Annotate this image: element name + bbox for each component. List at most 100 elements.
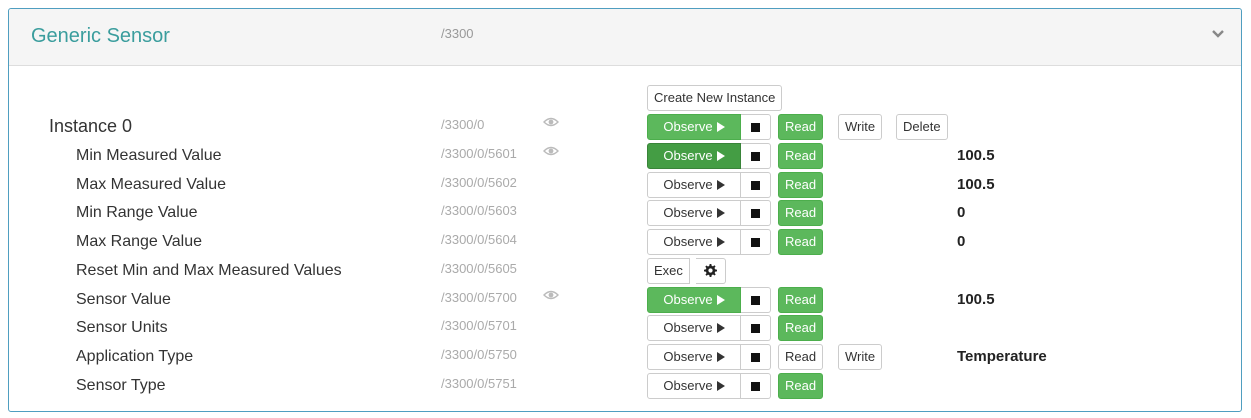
read-button[interactable]: Read	[778, 287, 824, 313]
write-button[interactable]: Write	[838, 344, 883, 370]
stop-observe-button[interactable]	[741, 143, 771, 169]
resource-path: /3300/0/5605	[441, 261, 517, 276]
stop-icon	[751, 324, 760, 333]
panel-title: Generic Sensor	[31, 25, 170, 47]
stop-observe-button[interactable]	[741, 373, 771, 399]
object-path: /3300	[441, 26, 474, 41]
play-icon	[716, 323, 725, 333]
chevron-down-icon[interactable]	[1211, 27, 1225, 41]
create-new-instance-button[interactable]: Create New Instance	[647, 85, 783, 111]
exec-options-button[interactable]	[696, 258, 726, 284]
observe-label: Observe	[663, 205, 713, 220]
resource-value: 0	[957, 233, 966, 250]
resource-row: Reset Min and Max Measured Values/3300/0…	[9, 257, 1241, 285]
observe-label: Observe	[663, 378, 713, 393]
resource-path: /3300/0/5601	[441, 146, 517, 161]
resource-name: Reset Min and Max Measured Values	[76, 262, 342, 279]
stop-icon	[751, 238, 760, 247]
observe-button[interactable]: Observe	[647, 287, 741, 313]
stop-icon	[751, 382, 760, 391]
observe-label: Observe	[663, 234, 713, 249]
resource-path: /3300/0/5750	[441, 347, 517, 362]
resource-path: /3300/0/5602	[441, 175, 517, 190]
object-panel: Generic Sensor /3300 Create New Instance…	[8, 8, 1242, 412]
read-button[interactable]: Read	[778, 172, 824, 198]
resource-row: Sensor Value/3300/0/5700 Observe Read 100.5	[9, 286, 1241, 314]
resource-name: Sensor Units	[76, 319, 168, 336]
observe-button[interactable]: Observe	[647, 229, 741, 255]
observe-label: Observe	[663, 292, 713, 307]
resource-name: Sensor Type	[76, 377, 166, 394]
resource-name: Application Type	[76, 348, 194, 365]
stop-icon	[751, 123, 760, 132]
play-icon	[716, 151, 725, 161]
observe-label: Observe	[663, 320, 713, 335]
stop-icon	[751, 181, 760, 190]
resource-value: 100.5	[957, 176, 995, 193]
write-button[interactable]: Write	[838, 114, 883, 140]
resource-path: /3300/0/5603	[441, 203, 517, 218]
resource-row: Sensor Units/3300/0/5701 Observe Read	[9, 314, 1241, 342]
eye-icon	[543, 290, 559, 300]
observe-button[interactable]: Observe	[647, 373, 741, 399]
delete-button[interactable]: Delete	[896, 114, 948, 140]
play-icon	[716, 381, 725, 391]
resource-value: 100.5	[957, 291, 995, 308]
observe-label: Observe	[663, 177, 713, 192]
stop-icon	[751, 296, 760, 305]
gear-icon	[704, 264, 717, 277]
resource-row: Min Measured Value/3300/0/5601 Observe Rea…	[9, 142, 1241, 170]
observe-button[interactable]: Observe	[647, 114, 741, 140]
observe-button[interactable]: Observe	[647, 172, 741, 198]
resource-path: /3300/0/5701	[441, 318, 517, 333]
stop-observe-button[interactable]	[741, 315, 771, 341]
resource-path: /3300/0/5700	[441, 290, 517, 305]
stop-observe-button[interactable]	[741, 344, 771, 370]
resource-row: Min Range Value/3300/0/5603 Observe Read 0	[9, 199, 1241, 227]
read-button[interactable]: Read	[778, 143, 824, 169]
stop-observe-button[interactable]	[741, 229, 771, 255]
play-icon	[716, 237, 725, 247]
read-button[interactable]: Read	[778, 373, 824, 399]
resource-value: 0	[957, 204, 966, 221]
observe-button[interactable]: Observe	[647, 143, 741, 169]
observe-button[interactable]: Observe	[647, 200, 741, 226]
read-button[interactable]: Read	[778, 114, 824, 140]
observe-label: Observe	[663, 349, 713, 364]
play-icon	[716, 352, 725, 362]
play-icon	[716, 208, 725, 218]
stop-icon	[751, 353, 760, 362]
stop-observe-button[interactable]	[741, 172, 771, 198]
observe-button[interactable]: Observe	[647, 344, 741, 370]
play-icon	[716, 295, 725, 305]
resource-row: Application Type/3300/0/5750 Observe Read W…	[9, 343, 1241, 371]
resource-row: Max Range Value/3300/0/5604 Observe Read 0	[9, 228, 1241, 256]
stop-icon	[751, 152, 760, 161]
resource-name: Max Measured Value	[76, 176, 226, 193]
resource-row: Sensor Type/3300/0/5751 Observe Read	[9, 372, 1241, 400]
resource-name: Min Measured Value	[76, 147, 222, 164]
exec-label: Exec	[654, 263, 683, 278]
resource-path: /3300/0/5604	[441, 232, 517, 247]
stop-icon	[751, 209, 760, 218]
instance-path: /3300/0	[441, 117, 485, 132]
panel-heading[interactable]: Generic Sensor /3300	[9, 9, 1241, 66]
observe-button[interactable]: Observe	[647, 315, 741, 341]
eye-icon	[543, 117, 559, 127]
play-icon	[716, 122, 725, 132]
instance-row: Instance 0 /3300/0 Observe Read Write De…	[9, 113, 1241, 141]
resource-path: /3300/0/5751	[441, 376, 517, 391]
exec-button[interactable]: Exec	[647, 258, 690, 284]
stop-observe-button[interactable]	[741, 200, 771, 226]
stop-observe-button[interactable]	[741, 287, 771, 313]
resource-row: Max Measured Value/3300/0/5602 Observe Rea…	[9, 171, 1241, 199]
resource-name: Sensor Value	[76, 291, 171, 308]
read-button[interactable]: Read	[778, 200, 824, 226]
read-button[interactable]: Read	[778, 229, 824, 255]
resource-name: Min Range Value	[76, 204, 198, 221]
stop-observe-button[interactable]	[741, 114, 771, 140]
observe-label: Observe	[663, 148, 713, 163]
resource-value: 100.5	[957, 147, 995, 164]
read-button[interactable]: Read	[778, 315, 824, 341]
read-button[interactable]: Read	[778, 344, 824, 370]
